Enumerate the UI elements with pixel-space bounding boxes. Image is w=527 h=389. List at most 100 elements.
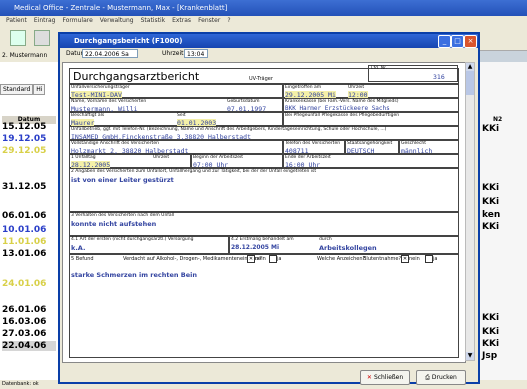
right-list-item[interactable]: KKi [482, 222, 499, 232]
toolbar-edit-icon[interactable] [34, 30, 50, 46]
tab-standard[interactable]: Standard [0, 84, 34, 95]
dialog-title: Durchgangsbericht (F1000) [60, 34, 478, 48]
minimize-icon[interactable]: _ [438, 35, 451, 48]
close-icon[interactable]: × [464, 35, 477, 48]
close-x-icon: ✕ [366, 374, 374, 381]
verdacht-ja-label: ja [277, 256, 282, 262]
menu-item[interactable]: Verwaltung [100, 17, 134, 24]
date-row[interactable]: 19.12.05 [2, 134, 56, 144]
close-button[interactable]: ✕ Schließen [360, 370, 410, 385]
date-row[interactable]: 31.12.05 [2, 182, 56, 192]
menu-item[interactable]: Statistik [141, 17, 165, 24]
date-field[interactable]: 22.04.2006 Sa [82, 49, 138, 58]
menu-item[interactable]: Formulare [62, 17, 92, 24]
date-row[interactable]: 26.01.06 [2, 305, 56, 315]
durch-value[interactable]: Arbeitskollegen [319, 244, 377, 252]
erstmalig-value[interactable]: 28.12.2005 Mi [231, 244, 279, 251]
print-button-label: Drucken [431, 374, 457, 381]
date-row[interactable]: 27.03.06 [2, 329, 56, 339]
blutentnahme-ja-label: ja [433, 256, 438, 262]
scroll-thumb[interactable] [466, 71, 474, 95]
form-heading: Durchgangsarztbericht [73, 70, 200, 83]
time-label: Uhrzeit [162, 50, 184, 57]
main-window-title: Medical Office - Zentrale - Mustermann, … [0, 0, 527, 16]
verhalten-value[interactable]: konnte nicht aufstehen [71, 220, 156, 228]
patient-tab[interactable]: 2. Mustermann [0, 50, 60, 62]
befund-cell [69, 254, 459, 358]
right-column-header: N2 [493, 116, 503, 123]
blutentnahme-nein-checkbox[interactable]: ✕ [401, 255, 409, 263]
erstversorgung-value[interactable]: k.A. [71, 244, 85, 252]
right-list-item[interactable]: KKi [482, 183, 499, 193]
date-row[interactable]: 10.01.06 [2, 225, 56, 235]
erstversorgung-label: 4.1 Art der ersten (nicht durchgangsärzt… [71, 237, 194, 242]
unfallversicherung-label: Unfallversicherungsträger [71, 85, 130, 90]
durch-label: durch [319, 237, 332, 242]
blutentnahme-ja-checkbox[interactable] [425, 255, 433, 263]
erstmalig-label: 4.2 Erstmalig behandelt am [231, 237, 294, 242]
seit-label: Seit [177, 113, 186, 118]
menu-item[interactable]: Patient [6, 17, 27, 24]
date-row[interactable]: 24.01.06 [2, 279, 56, 289]
right-list-item[interactable]: KKi [482, 124, 499, 134]
beschaeftigt-label: Beschäftigt als [71, 113, 105, 118]
close-button-label: Schließen [373, 374, 404, 381]
print-button[interactable]: ⎙ Drucken [416, 370, 466, 385]
toolbar-patient-icon[interactable] [10, 30, 26, 46]
unternehmen-label: Unfallbetrieb, ggf. mit Telefon-Nr. (Bez… [71, 127, 387, 132]
scroll-up-icon[interactable]: ▲ [466, 63, 474, 71]
right-list-item[interactable]: ken [482, 210, 500, 220]
eingetroffen-label: Eingetroffen am [285, 85, 322, 90]
verhalten-label: 3 Verhalten des Versicherten nach dem Un… [71, 213, 175, 218]
date-row[interactable]: 13.01.06 [2, 249, 56, 259]
hergang-value[interactable]: ist von einer Leiter gestürzt [71, 176, 174, 184]
verdacht-ja-checkbox[interactable] [269, 255, 277, 263]
geburtsdatum-label: Geburtsdatum [227, 99, 260, 104]
geschlecht-label: Geschlecht [401, 141, 427, 146]
uhrzeit-label: Uhrzeit [348, 85, 365, 90]
menu-item[interactable]: Eintrag [34, 17, 56, 24]
tab-hi[interactable]: Hi [33, 84, 46, 95]
staatsangehoerigkeit-label: Staatsangehörigkeit [347, 141, 393, 146]
left-tabs: Standard Hi [0, 84, 60, 95]
beginn-label: Beginn der Arbeitszeit [193, 155, 244, 160]
krankenkasse-label: Krankenkasse (bei Fam.-Vers. Name des Mi… [285, 99, 399, 104]
befund-label: 5 Befund [71, 256, 94, 262]
right-list-item[interactable]: KKi [482, 339, 499, 349]
uv-traeger-label: UV-Träger [249, 76, 273, 82]
date-row[interactable]: 16.03.06 [2, 317, 56, 327]
time-field[interactable]: 13:04 [184, 49, 208, 58]
menu-item[interactable]: Extras [172, 17, 191, 24]
right-list-item[interactable]: KKi [482, 327, 499, 337]
menu-item[interactable]: Fenster [198, 17, 220, 24]
anzeichen-label: Welche Anzeichen? [317, 256, 366, 262]
befund-value[interactable]: starke Schmerzen im rechten Bein [71, 271, 197, 279]
date-row[interactable]: 22.04.06 [2, 341, 56, 351]
lfd-nr-label: Lfd. Nr. [371, 66, 388, 71]
hergang-cell [69, 168, 459, 212]
form-scrollbar[interactable]: ▲ ▼ [465, 62, 475, 361]
unfalltag-label: 1 Unfalltag [71, 155, 96, 160]
main-menu-bar[interactable]: Patient Eintrag Formulare Verwaltung Statist… [0, 16, 527, 26]
maximize-icon[interactable]: □ [451, 35, 464, 48]
hergang-label: 2 Angaben des Versicherten zum Unfallort… [71, 169, 317, 174]
date-row[interactable]: 11.01.06 [2, 237, 56, 247]
scroll-down-icon[interactable]: ▼ [466, 352, 474, 360]
menu-item[interactable]: ? [227, 17, 230, 24]
verdacht-nein-checkbox[interactable]: ✕ [247, 255, 255, 263]
telefon-label: Telefon des Versicherten [285, 141, 341, 146]
date-row[interactable]: 15.12.05 [2, 122, 56, 132]
krankenkasse-value[interactable]: BKK Harmer Erzstückeere Sachs [285, 105, 390, 112]
right-list-item[interactable]: Jsp [482, 351, 497, 361]
printer-icon: ⎙ [425, 374, 432, 381]
blutentnahme-label: Blutentnahme? [363, 256, 402, 262]
date-row[interactable]: 29.12.05 [2, 146, 56, 156]
lfd-nr-value[interactable]: 316 [433, 73, 445, 81]
right-list-item[interactable]: KKi [482, 197, 499, 207]
date-row[interactable]: 06.01.06 [2, 211, 56, 221]
anschrift-label: Vollständige Anschrift des Versicherten [71, 141, 159, 146]
right-list-item[interactable]: KKi [482, 313, 499, 323]
verdacht-nein-label: nein [255, 256, 266, 262]
ende-label: Ende der Arbeitszeit [285, 155, 331, 160]
unfall-uhrzeit-label: Uhrzeit [153, 155, 170, 160]
